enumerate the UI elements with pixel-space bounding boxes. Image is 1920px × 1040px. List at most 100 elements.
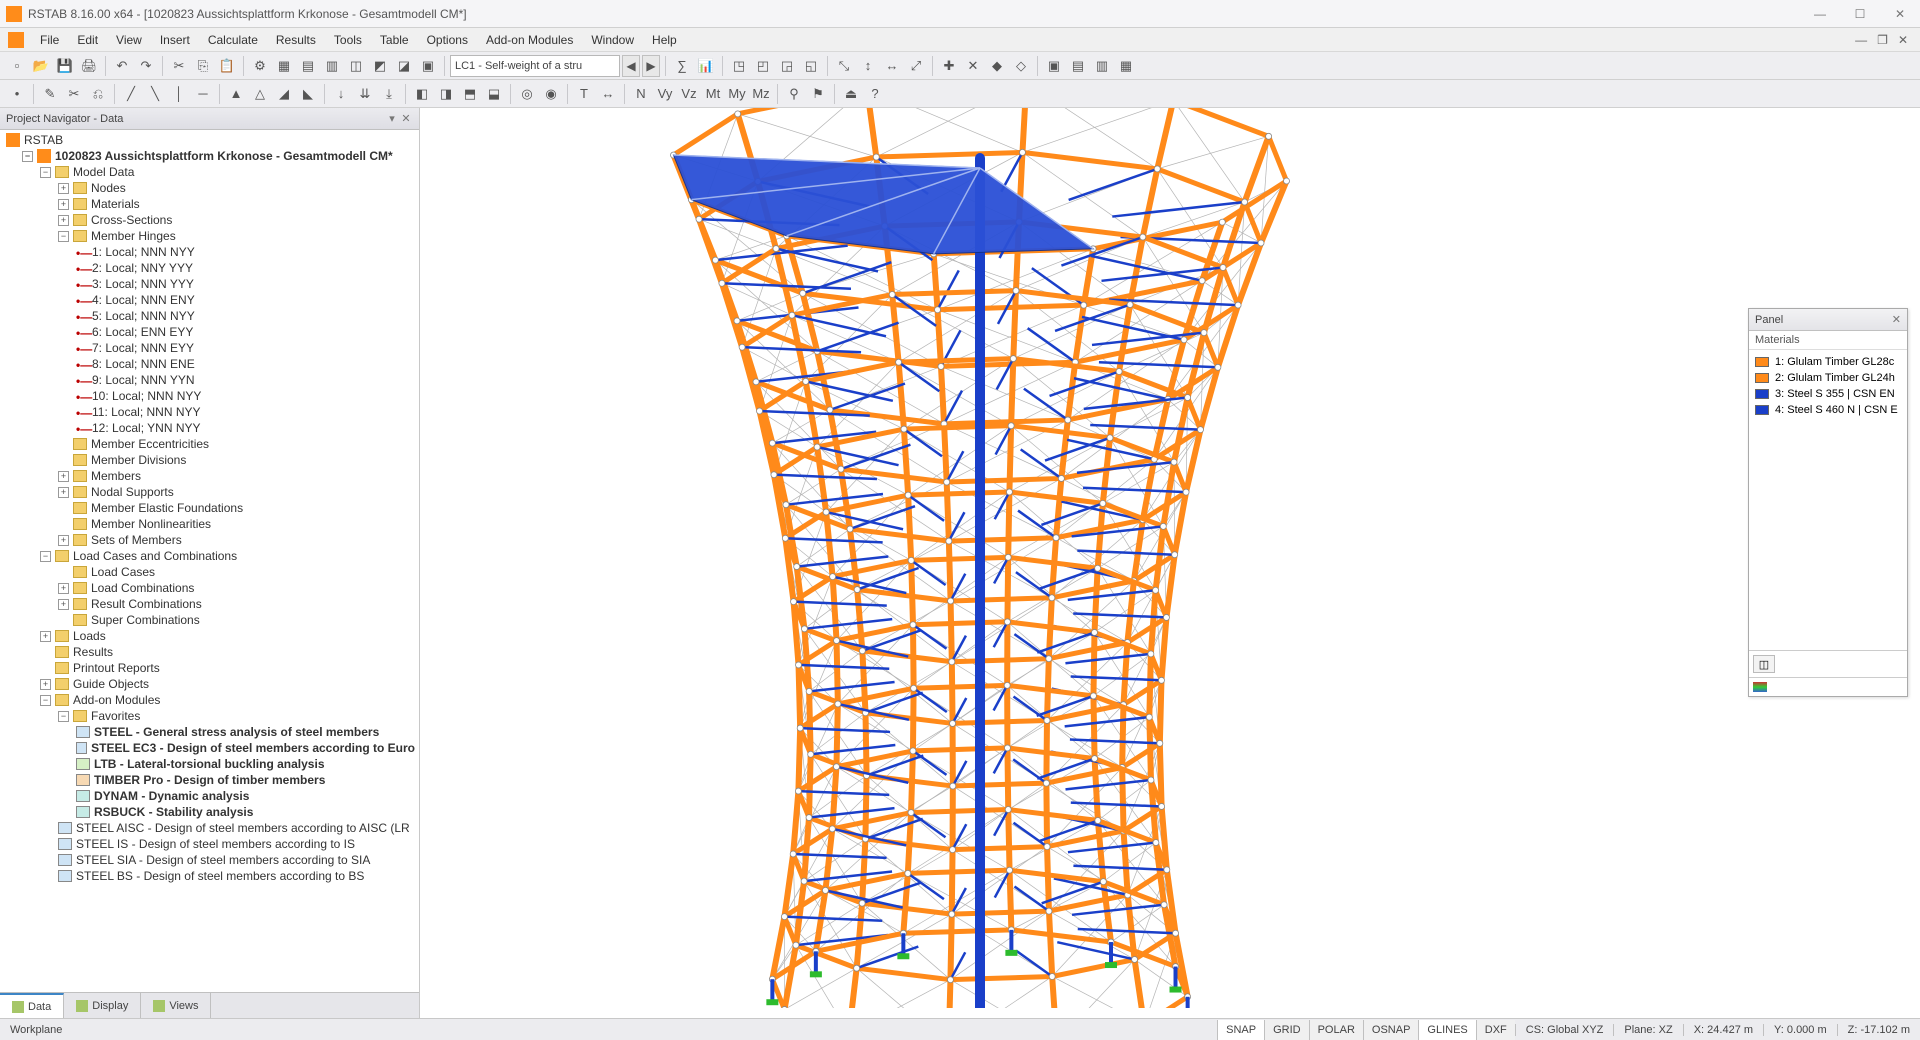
menu-options[interactable]: Options <box>419 31 476 49</box>
expand-icon[interactable]: + <box>58 599 69 610</box>
expand-icon[interactable]: + <box>58 583 69 594</box>
grid-toggle[interactable]: GRID <box>1264 1020 1309 1040</box>
tree-addon-item[interactable]: STEEL IS - Design of steel members accor… <box>0 836 419 852</box>
collapse-icon[interactable]: − <box>40 167 51 178</box>
close-button[interactable]: ✕ <box>1886 7 1914 21</box>
panel-transparency-icon[interactable]: ◫ <box>1753 655 1775 673</box>
expand-icon[interactable]: + <box>58 487 69 498</box>
collapse-icon[interactable]: − <box>40 551 51 562</box>
tool-icon[interactable]: ▥ <box>321 55 343 77</box>
tool-icon[interactable]: ▤ <box>297 55 319 77</box>
collapse-icon[interactable]: − <box>22 151 33 162</box>
tree-addon-modules[interactable]: −Add-on Modules <box>0 692 419 708</box>
sup-icon[interactable]: ◢ <box>273 83 295 105</box>
tab-data[interactable]: Data <box>0 993 64 1018</box>
osnap-toggle[interactable]: OSNAP <box>1363 1020 1419 1040</box>
tree-hinge[interactable]: 4: Local; NNN ENY <box>0 292 419 308</box>
load-icon[interactable]: ↓ <box>330 83 352 105</box>
lc-next-icon[interactable]: ▶ <box>642 55 660 77</box>
exit-icon[interactable]: ⏏ <box>840 83 862 105</box>
tree-hinge[interactable]: 9: Local; NNN YYN <box>0 372 419 388</box>
redo-icon[interactable]: ↷ <box>135 55 157 77</box>
tree-hinge[interactable]: 7: Local; NNN EYY <box>0 340 419 356</box>
iso-icon[interactable]: ◨ <box>435 83 457 105</box>
tree-hinge[interactable]: 1: Local; NNN NYY <box>0 244 419 260</box>
tab-display[interactable]: Display <box>64 993 141 1018</box>
collapse-icon[interactable]: − <box>58 231 69 242</box>
view-icon[interactable]: ◲ <box>776 55 798 77</box>
menu-window[interactable]: Window <box>583 31 642 49</box>
tree-hinge[interactable]: 2: Local; NNY YYY <box>0 260 419 276</box>
load-case-selector[interactable]: LC1 - Self-weight of a stru <box>450 55 620 77</box>
axis-icon[interactable]: ⤡ <box>833 55 855 77</box>
menu-table[interactable]: Table <box>372 31 417 49</box>
misc-icon[interactable]: ▣ <box>1043 55 1065 77</box>
tree-item[interactable]: +Guide Objects <box>0 676 419 692</box>
edit-icon[interactable]: ✂ <box>63 83 85 105</box>
misc-icon[interactable]: ✕ <box>962 55 984 77</box>
panel-close-icon[interactable]: ✕ <box>1892 313 1901 326</box>
view-icon[interactable]: ◰ <box>752 55 774 77</box>
axis-icon[interactable]: ⤢ <box>905 55 927 77</box>
tab-views[interactable]: Views <box>141 993 211 1018</box>
tree-item[interactable]: +Cross-Sections <box>0 212 419 228</box>
sup-icon[interactable]: △ <box>249 83 271 105</box>
member-icon[interactable]: ─ <box>192 83 214 105</box>
panel-colors-icon[interactable] <box>1753 682 1767 692</box>
snap-toggle[interactable]: SNAP <box>1217 1020 1264 1040</box>
node-icon[interactable]: • <box>6 83 28 105</box>
tree-fav-item[interactable]: LTB - Lateral-torsional buckling analysi… <box>0 756 419 772</box>
tree-fav-item[interactable]: RSBUCK - Stability analysis <box>0 804 419 820</box>
m-icon[interactable]: Mt <box>702 83 724 105</box>
dim-icon[interactable]: ↔ <box>597 83 619 105</box>
tree-hinge[interactable]: 5: Local; NNN NYY <box>0 308 419 324</box>
mdi-restore[interactable]: ❐ <box>1873 33 1892 47</box>
expand-icon[interactable]: + <box>58 215 69 226</box>
tool-icon[interactable]: ▣ <box>417 55 439 77</box>
tree-item[interactable]: +Members <box>0 468 419 484</box>
expand-icon[interactable]: + <box>58 535 69 546</box>
menu-view[interactable]: View <box>108 31 150 49</box>
copy-icon[interactable]: ⎘ <box>192 55 214 77</box>
member-icon[interactable]: ╲ <box>144 83 166 105</box>
navigator-close-icon[interactable]: ✕ <box>399 112 413 125</box>
legend-item[interactable]: 3: Steel S 355 | CSN EN <box>1753 386 1903 402</box>
tree-lc-group[interactable]: −Load Cases and Combinations <box>0 548 419 564</box>
misc-icon[interactable]: ✚ <box>938 55 960 77</box>
navigator-pin-icon[interactable]: ▾ <box>385 112 399 125</box>
tree-item[interactable]: Load Cases <box>0 564 419 580</box>
tree-addon-item[interactable]: STEEL BS - Design of steel members accor… <box>0 868 419 884</box>
tree-item[interactable]: +Sets of Members <box>0 532 419 548</box>
misc-icon[interactable]: ▥ <box>1091 55 1113 77</box>
expand-icon[interactable]: + <box>40 679 51 690</box>
tree-item[interactable]: Super Combinations <box>0 612 419 628</box>
text-icon[interactable]: T <box>573 83 595 105</box>
misc2-icon[interactable]: ◉ <box>540 83 562 105</box>
tree-hinge[interactable]: 11: Local; NNN NYY <box>0 404 419 420</box>
misc-icon[interactable]: ▦ <box>1115 55 1137 77</box>
legend-item[interactable]: 1: Glulam Timber GL28c <box>1753 354 1903 370</box>
tool-icon[interactable]: ▦ <box>273 55 295 77</box>
tree-hinge[interactable]: 6: Local; ENN EYY <box>0 324 419 340</box>
menu-insert[interactable]: Insert <box>152 31 198 49</box>
panel-header[interactable]: Panel ✕ <box>1749 309 1907 331</box>
undo-icon[interactable]: ↶ <box>111 55 133 77</box>
menu-file[interactable]: File <box>32 31 67 49</box>
member-icon[interactable]: ╱ <box>120 83 142 105</box>
legend-item[interactable]: 4: Steel S 460 N | CSN E <box>1753 402 1903 418</box>
result-icon[interactable]: 📊 <box>695 55 717 77</box>
tree-project[interactable]: −1020823 Aussichtsplattform Krkonose - G… <box>0 148 419 164</box>
expand-icon[interactable]: + <box>58 183 69 194</box>
view-icon[interactable]: ◳ <box>728 55 750 77</box>
tree-item[interactable]: Member Elastic Foundations <box>0 500 419 516</box>
tool-icon[interactable]: ◪ <box>393 55 415 77</box>
tree-item[interactable]: Printout Reports <box>0 660 419 676</box>
filter-icon[interactable]: ⚲ <box>783 83 805 105</box>
legend-item[interactable]: 2: Glulam Timber GL24h <box>1753 370 1903 386</box>
calc-icon[interactable]: ∑ <box>671 55 693 77</box>
load-icon[interactable]: ⇊ <box>354 83 376 105</box>
mdi-minimize[interactable]: — <box>1851 33 1871 47</box>
menu-calculate[interactable]: Calculate <box>200 31 266 49</box>
collapse-icon[interactable]: − <box>40 695 51 706</box>
misc-icon[interactable]: ▤ <box>1067 55 1089 77</box>
